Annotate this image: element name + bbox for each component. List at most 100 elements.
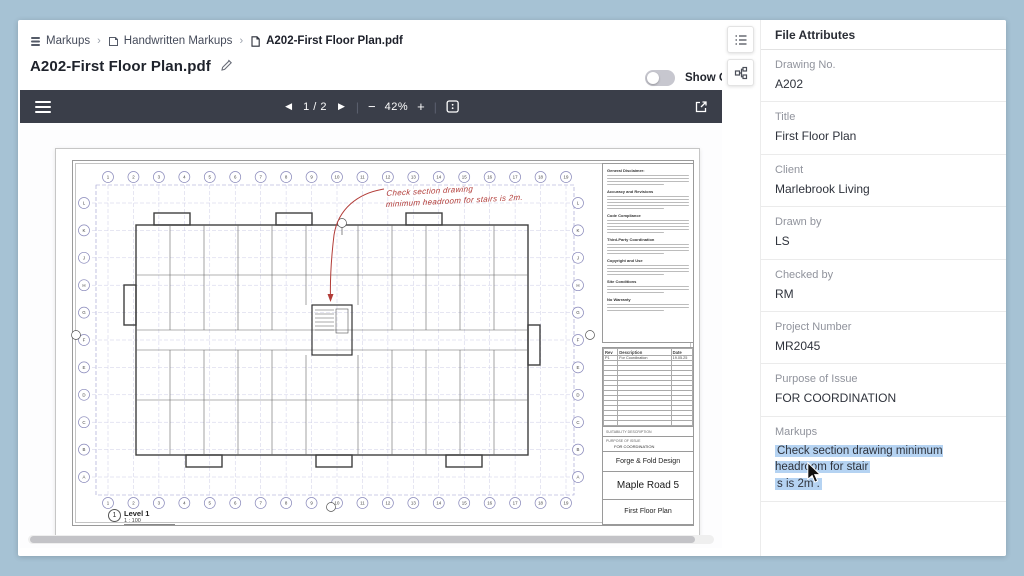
zoom-level: 42% <box>385 101 409 113</box>
attribute-field[interactable]: Drawn byLS <box>761 207 1006 259</box>
field-value: A202 <box>775 76 994 93</box>
drawing-scale: 1 : 100 <box>124 518 149 524</box>
svg-text:19: 19 <box>564 501 569 506</box>
page-title: A202-First Floor Plan.pdf <box>30 58 211 75</box>
hamburger-menu-icon[interactable] <box>35 98 51 116</box>
svg-text:18: 18 <box>538 175 543 180</box>
field-value: FOR COORDINATION <box>775 390 994 407</box>
scrollbar-thumb[interactable] <box>30 536 695 543</box>
attributes-list-button[interactable] <box>727 26 754 53</box>
purpose-value: FOR COORDINATION <box>606 444 690 449</box>
svg-text:E: E <box>577 365 580 370</box>
file-attributes-panel: File Attributes Drawing No.A202TitleFirs… <box>760 20 1006 556</box>
zoom-out-button[interactable]: − <box>368 100 376 113</box>
field-value: RM <box>775 286 994 303</box>
field-label: Client <box>775 164 994 176</box>
svg-text:14: 14 <box>436 175 441 180</box>
svg-text:15: 15 <box>462 501 467 506</box>
attribute-field[interactable]: TitleFirst Floor Plan <box>761 102 1006 154</box>
attribute-field[interactable]: Purpose of Issue FOR COORDINATION <box>761 364 1006 416</box>
attribute-field[interactable]: Drawing No.A202 <box>761 50 1006 102</box>
pdf-toolbar: ◀ 1 / 2 ▶ | − 42% + | <box>20 90 722 123</box>
edit-title-icon[interactable] <box>220 59 233 75</box>
attribute-field[interactable]: ClientMarlebrook Living <box>761 155 1006 207</box>
show-ocr-toggle[interactable] <box>645 70 675 86</box>
svg-text:H: H <box>576 283 579 288</box>
svg-text:18: 18 <box>538 501 543 506</box>
svg-text:11: 11 <box>360 501 365 506</box>
field-value: Check section drawing minimum headroom f… <box>775 443 994 493</box>
svg-text:J: J <box>577 255 579 260</box>
svg-text:17: 17 <box>513 175 518 180</box>
svg-text:B: B <box>577 447 580 452</box>
stack-icon <box>30 36 41 47</box>
breadcrumb-current-file[interactable]: A202-First Floor Plan.pdf <box>250 35 403 47</box>
field-label: Checked by <box>775 269 994 281</box>
suitability-label: SUITABILITY DESCRIPTION <box>606 430 652 434</box>
svg-text:G: G <box>82 310 86 315</box>
page-indicator: 1 / 2 <box>303 101 327 113</box>
field-value: MR2045 <box>775 338 994 355</box>
field-label: Purpose of Issue <box>775 373 994 385</box>
field-value: First Floor Plan <box>775 128 994 145</box>
title-row: A202-First Floor Plan.pdf <box>30 58 233 75</box>
svg-text:D: D <box>82 392 85 397</box>
attribute-field[interactable]: Checked by RM <box>761 260 1006 312</box>
field-label: Project Number <box>775 321 994 333</box>
viewer-canvas[interactable]: 1122334455667788991010111112121313141415… <box>20 123 722 540</box>
attribute-field[interactable]: Project Number MR2045 <box>761 312 1006 364</box>
svg-text:K: K <box>83 228 86 233</box>
toggle-knob <box>647 72 659 84</box>
svg-text:E: E <box>83 365 86 370</box>
previous-page-button[interactable]: ◀ <box>283 100 294 113</box>
pdf-viewer: ◀ 1 / 2 ▶ | − 42% + | <box>20 90 722 548</box>
title-block: Rev Description Date P1 For Coordination… <box>602 347 694 525</box>
purpose-label: PURPOSE OF ISSUE <box>606 439 690 443</box>
svg-text:11: 11 <box>360 175 365 180</box>
project-name: Maple Road 5 <box>603 471 693 499</box>
svg-text:13: 13 <box>411 175 416 180</box>
svg-text:J: J <box>83 255 85 260</box>
field-value: LS <box>775 233 994 250</box>
pdf-page: 1122334455667788991010111112121313141415… <box>55 148 700 536</box>
svg-text:A: A <box>83 475 86 480</box>
general-notes-column: General Disclaimer:Accuracy and Revision… <box>602 163 694 343</box>
breadcrumb-label: A202-First Floor Plan.pdf <box>266 35 403 47</box>
workflow-tree-button[interactable] <box>727 59 754 86</box>
horizontal-scrollbar[interactable] <box>28 535 714 544</box>
svg-text:B: B <box>83 447 86 452</box>
svg-text:G: G <box>576 310 580 315</box>
architect-name: Forge & Fold Design <box>603 451 693 471</box>
level-number: 1 <box>108 509 121 522</box>
svg-text:C: C <box>576 420 579 425</box>
svg-text:F: F <box>83 338 86 343</box>
svg-text:13: 13 <box>411 501 416 506</box>
svg-text:K: K <box>577 228 580 233</box>
breadcrumb-handwritten-markups[interactable]: Handwritten Markups <box>108 35 233 47</box>
attributes-sidebar: File Attributes Drawing No.A202TitleFirs… <box>722 20 1006 556</box>
svg-text:A: A <box>577 475 580 480</box>
zoom-in-button[interactable]: + <box>417 100 425 113</box>
svg-text:16: 16 <box>487 501 492 506</box>
svg-text:H: H <box>82 283 85 288</box>
next-page-button[interactable]: ▶ <box>336 100 347 113</box>
svg-text:F: F <box>577 338 580 343</box>
attribute-field[interactable]: MarkupsCheck section drawing minimum hea… <box>761 417 1006 502</box>
svg-text:16: 16 <box>487 175 492 180</box>
breadcrumb: Markups › Handwritten Markups › A202-Fir… <box>30 32 403 50</box>
fit-to-page-icon[interactable] <box>446 100 459 113</box>
toolbar-divider: | <box>434 100 437 114</box>
sidebar-icon-rail <box>722 20 760 556</box>
revision-table: Rev Description Date P1 For Coordination… <box>603 348 693 426</box>
breadcrumb-markups[interactable]: Markups <box>30 35 90 47</box>
breadcrumb-separator: › <box>97 35 101 47</box>
svg-text:17: 17 <box>513 501 518 506</box>
level-marker: 1 Level 1 1 : 100 <box>108 509 175 525</box>
breadcrumb-separator: › <box>239 35 243 47</box>
level-label: Level 1 <box>124 509 149 518</box>
svg-text:12: 12 <box>385 501 390 506</box>
svg-text:C: C <box>82 420 85 425</box>
svg-text:10: 10 <box>335 501 340 506</box>
open-external-icon[interactable] <box>694 100 708 114</box>
panel-title: File Attributes <box>761 20 1006 50</box>
